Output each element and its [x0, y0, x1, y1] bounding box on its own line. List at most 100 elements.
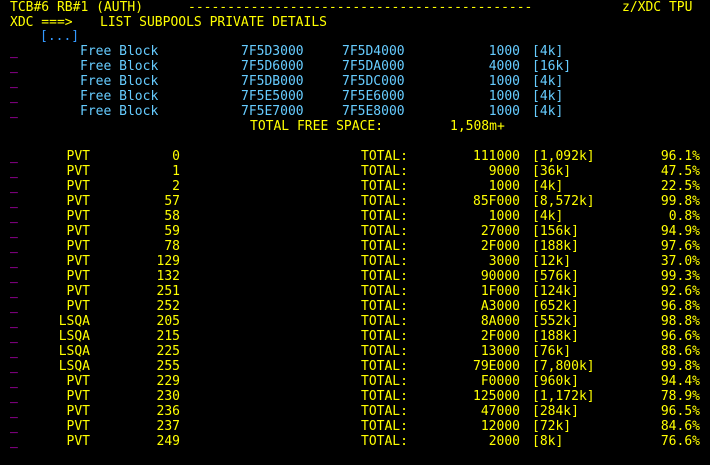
line-cursor[interactable]: _ — [10, 59, 18, 74]
line-cursor[interactable]: _ — [10, 194, 18, 209]
free-block-end: 7F5DA000 — [342, 59, 405, 74]
subpool-percent: 96.5% — [660, 404, 700, 419]
line-cursor[interactable]: _ — [10, 164, 18, 179]
subpool-row: _ PVT 59 TOTAL: 27000 [156k] 94.9% — [0, 224, 710, 239]
subpool-size: 111000 — [473, 149, 520, 164]
subpool-size: 2F000 — [480, 239, 520, 254]
subpool-kb: [960k] — [532, 374, 579, 389]
free-block-row: _ Free Block 7F5E7000 7F5E8000 1000 [4k] — [0, 104, 710, 119]
line-cursor[interactable]: _ — [10, 104, 18, 119]
subpool-number: 78 — [164, 239, 180, 254]
subpool-row: _ PVT 251 TOTAL: 1F000 [124k] 92.6% — [0, 284, 710, 299]
subpool-type: PVT — [66, 149, 90, 164]
subpool-type: PVT — [66, 239, 90, 254]
subpool-size: 90000 — [480, 269, 520, 284]
line-cursor[interactable]: _ — [10, 344, 18, 359]
subpool-percent: 96.8% — [660, 299, 700, 314]
line-cursor[interactable]: _ — [10, 419, 18, 434]
subpool-type: PVT — [66, 269, 90, 284]
header-session-info: TCB#6 RB#1 (AUTH) — [10, 0, 144, 15]
subpool-row: _ PVT 58 TOTAL: 1000 [4k] 0.8% — [0, 209, 710, 224]
subpool-total-label: TOTAL: — [361, 419, 408, 434]
subpool-percent: 47.5% — [660, 164, 700, 179]
free-block-label: Free Block — [80, 59, 159, 74]
subpool-number: 255 — [156, 359, 180, 374]
line-cursor[interactable]: _ — [10, 209, 18, 224]
subpool-kb: [1,172k] — [532, 389, 595, 404]
line-cursor[interactable]: _ — [10, 329, 18, 344]
subpool-kb: [188k] — [532, 329, 579, 344]
subpool-size: 1F000 — [480, 284, 520, 299]
subpool-type: PVT — [66, 284, 90, 299]
subpool-total-label: TOTAL: — [361, 284, 408, 299]
subpool-percent: 0.8% — [668, 209, 700, 224]
subpool-size: 12000 — [480, 419, 520, 434]
line-cursor[interactable]: _ — [10, 389, 18, 404]
free-block-kb: [4k] — [532, 44, 564, 59]
free-block-end: 7F5E6000 — [342, 89, 405, 104]
subpool-percent: 99.8% — [660, 194, 700, 209]
line-cursor[interactable]: _ — [10, 89, 18, 104]
subpool-total-label: TOTAL: — [361, 209, 408, 224]
line-cursor[interactable]: _ — [10, 314, 18, 329]
subpool-row: _ LSQA 205 TOTAL: 8A000 [552k] 98.8% — [0, 314, 710, 329]
subpool-percent: 84.6% — [660, 419, 700, 434]
line-cursor[interactable]: _ — [10, 224, 18, 239]
subpool-kb: [72k] — [532, 419, 572, 434]
subpool-size: 3000 — [488, 254, 520, 269]
line-cursor[interactable]: _ — [10, 254, 18, 269]
subpool-total-label: TOTAL: — [361, 314, 408, 329]
free-block-kb: [4k] — [532, 89, 564, 104]
subpool-number: 215 — [156, 329, 180, 344]
subpool-total-label: TOTAL: — [361, 359, 408, 374]
subpool-size: 47000 — [480, 404, 520, 419]
subpool-row: _ PVT 129 TOTAL: 3000 [12k] 37.0% — [0, 254, 710, 269]
line-cursor[interactable]: _ — [10, 74, 18, 89]
subpool-kb: [156k] — [532, 224, 579, 239]
line-cursor[interactable]: _ — [10, 374, 18, 389]
subpool-type: PVT — [66, 194, 90, 209]
subpool-kb: [284k] — [532, 404, 579, 419]
line-cursor[interactable]: _ — [10, 434, 18, 449]
line-cursor[interactable]: _ — [10, 359, 18, 374]
line-cursor[interactable]: _ — [10, 269, 18, 284]
free-block-end: 7F5D4000 — [342, 44, 405, 59]
terminal-screen: TCB#6 RB#1 (AUTH) ----------------------… — [0, 0, 710, 465]
line-cursor[interactable]: _ — [10, 179, 18, 194]
command-line[interactable]: XDC ===> LIST SUBPOOLS PRIVATE DETAILS — [0, 15, 710, 30]
line-cursor[interactable]: _ — [10, 149, 18, 164]
subpool-size: 125000 — [473, 389, 520, 404]
subpool-type: LSQA — [58, 359, 90, 374]
command-input[interactable]: LIST SUBPOOLS PRIVATE DETAILS — [100, 15, 327, 30]
subpool-total-label: TOTAL: — [361, 254, 408, 269]
line-cursor[interactable]: _ — [10, 299, 18, 314]
subpool-total-label: TOTAL: — [361, 374, 408, 389]
subpool-number: 252 — [156, 299, 180, 314]
line-cursor[interactable]: _ — [10, 284, 18, 299]
free-block-row: _ Free Block 7F5E5000 7F5E6000 1000 [4k] — [0, 89, 710, 104]
subpool-kb: [8,572k] — [532, 194, 595, 209]
subpool-size: 2000 — [488, 434, 520, 449]
subpool-type: PVT — [66, 434, 90, 449]
subpool-kb: [652k] — [532, 299, 579, 314]
ellipsis-marker[interactable]: [...] — [40, 29, 79, 44]
ellipsis-line: [...] — [0, 29, 710, 44]
subpool-row: _ PVT 236 TOTAL: 47000 [284k] 96.5% — [0, 404, 710, 419]
subpool-type: PVT — [66, 164, 90, 179]
subpool-row: _ PVT 0 TOTAL: 111000 [1,092k] 96.1% — [0, 149, 710, 164]
free-block-kb: [4k] — [532, 104, 564, 119]
line-cursor[interactable]: _ — [10, 44, 18, 59]
free-block-row: _ Free Block 7F5D6000 7F5DA000 4000 [16k… — [0, 59, 710, 74]
subpool-number: 249 — [156, 434, 180, 449]
subpool-percent: 88.6% — [660, 344, 700, 359]
line-cursor[interactable]: _ — [10, 239, 18, 254]
subpool-size: A3000 — [480, 299, 520, 314]
subpool-size: 9000 — [488, 164, 520, 179]
subpool-size: F0000 — [480, 374, 520, 389]
line-cursor[interactable]: _ — [10, 404, 18, 419]
subpool-percent: 99.3% — [660, 269, 700, 284]
free-block-start: 7F5D6000 — [241, 59, 304, 74]
subpool-kb: [188k] — [532, 239, 579, 254]
free-block-kb: [4k] — [532, 74, 564, 89]
subpool-total-label: TOTAL: — [361, 329, 408, 344]
